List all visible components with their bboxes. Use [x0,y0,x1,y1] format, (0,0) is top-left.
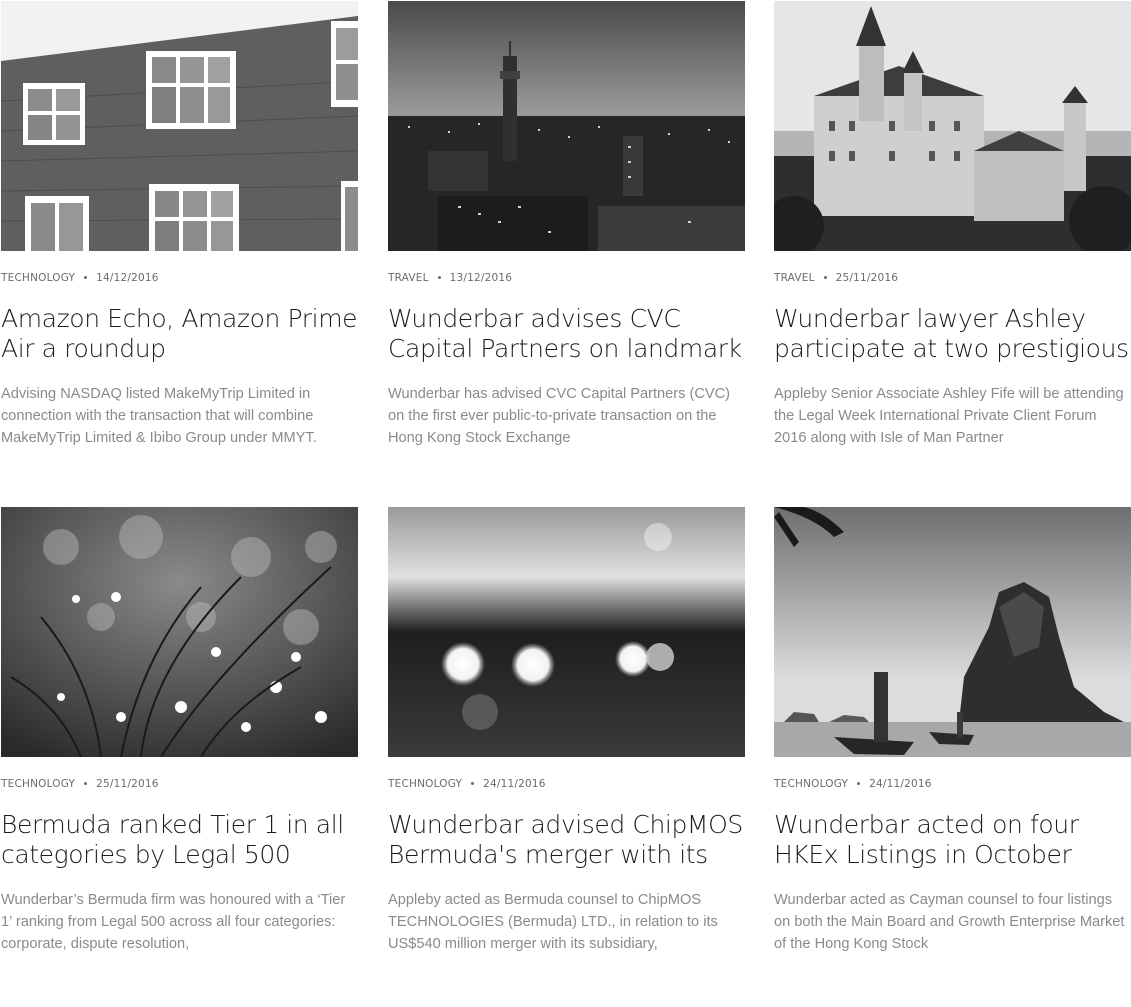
post-excerpt: Wunderbar acted as Cayman counsel to fou… [774,892,1125,952]
post-excerpt: Appleby Senior Associate Ashley Fife wil… [774,386,1124,446]
post-image-link[interactable] [774,1,1131,251]
post-date: 14/12/2016 [96,272,159,284]
meta-separator-dot [823,275,827,279]
post-category[interactable]: TECHNOLOGY [1,272,75,284]
post-title[interactable]: Amazon Echo, Amazon Prime Air a roundup [1,304,358,364]
post-excerpt: Wunderbar’s Bermuda firm was honoured wi… [1,892,346,952]
post-image-link[interactable] [1,507,358,757]
post-excerpt: Advising NASDAQ listed MakeMyTrip Limite… [1,386,317,446]
post-category[interactable]: TECHNOLOGY [774,778,848,790]
castle-image [774,1,1131,251]
post-category[interactable]: TECHNOLOGY [1,778,75,790]
brick-building-image [1,1,358,251]
meta-separator-dot [471,781,475,785]
dewy-grass-image [1,507,358,757]
post-category[interactable]: TRAVEL [388,272,429,284]
meta-separator-dot [857,781,861,785]
post-date: 24/11/2016 [483,778,546,790]
meta-separator-dot [84,781,88,785]
sea-rock-boats-image [774,507,1131,757]
post-image-link[interactable] [1,1,358,251]
post-excerpt: Appleby acted as Bermuda counsel to Chip… [388,892,718,952]
post-date: 25/11/2016 [96,778,159,790]
post-image-link[interactable] [388,1,745,251]
news-grid: TECHNOLOGY 14/12/2016 Amazon Echo, Amazon… [0,0,1131,1007]
post-meta: TECHNOLOGY 25/11/2016 [1,778,358,790]
post-category[interactable]: TRAVEL [774,272,815,284]
blurred-lights-image [388,507,745,757]
post-card: TECHNOLOGY 24/11/2016 Wunderbar acted on … [774,507,1131,955]
post-date: 24/11/2016 [869,778,932,790]
post-category[interactable]: TECHNOLOGY [388,778,462,790]
post-meta: TECHNOLOGY 24/11/2016 [388,778,745,790]
post-meta: TRAVEL 25/11/2016 [774,272,1131,284]
city-skyline-image [388,1,745,251]
post-meta: TECHNOLOGY 24/11/2016 [774,778,1131,790]
post-card: TECHNOLOGY 24/11/2016 Wunderbar advised C… [388,507,745,955]
post-card: TRAVEL 25/11/2016 Wunderbar lawyer Ashley… [774,1,1131,449]
post-card: TECHNOLOGY 14/12/2016 Amazon Echo, Amazon… [1,1,358,449]
post-date: 25/11/2016 [835,272,899,284]
post-card: TRAVEL 13/12/2016 Wunderbar advises CVC C… [388,1,745,449]
meta-separator-dot [84,275,88,279]
post-card: TECHNOLOGY 25/11/2016 Bermuda ranked Tier… [1,507,358,955]
meta-separator-dot [437,275,441,279]
post-image-link[interactable] [774,507,1131,757]
post-meta: TECHNOLOGY 14/12/2016 [1,272,358,284]
post-title[interactable]: Wunderbar advises CVC Capital Partners o… [388,304,745,364]
post-title[interactable]: Wunderbar lawyer Ashley participate at t… [774,304,1131,364]
post-meta: TRAVEL 13/12/2016 [388,272,745,284]
post-excerpt: Wunderbar has advised CVC Capital Partne… [388,386,731,446]
post-title[interactable]: Wunderbar advised ChipMOS Bermuda's merg… [388,810,745,870]
post-title[interactable]: Wunderbar acted on four HKEx Listings in… [774,810,1131,870]
post-title[interactable]: Bermuda ranked Tier 1 in all categories … [1,810,358,870]
post-date: 13/12/2016 [449,272,513,284]
post-image-link[interactable] [388,507,745,757]
